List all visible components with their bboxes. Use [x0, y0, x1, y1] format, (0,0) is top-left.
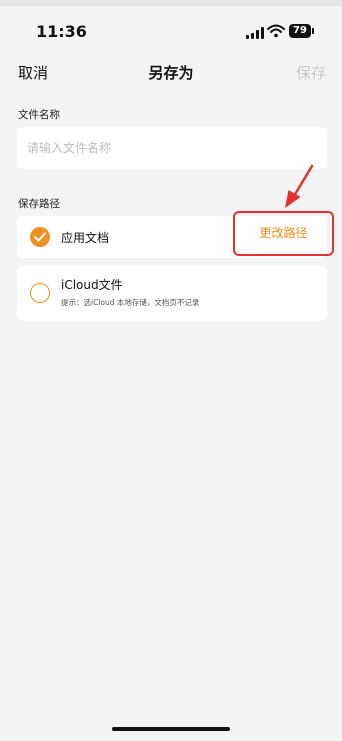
battery-icon: 79	[289, 24, 314, 38]
red-arrow-annotation	[285, 164, 314, 208]
option-label: iCloud文件	[61, 278, 123, 292]
navigation-bar: 取消 另存为 保存	[0, 56, 342, 88]
option-hint: 提示：选iCloud 本地存储，文档页不记录	[61, 298, 200, 307]
page-title: 另存为	[148, 64, 194, 82]
file-name-label: 文件名称	[18, 109, 60, 121]
change-path-label: 更改路径	[259, 226, 308, 240]
status-bar: 11:36 79	[0, 6, 342, 50]
wifi-icon	[267, 24, 285, 38]
option-label: 应用文档	[61, 231, 110, 245]
empty-radio-icon	[30, 283, 50, 303]
checkmark-icon	[30, 227, 50, 247]
change-path-button[interactable]: 更改路径	[233, 211, 334, 256]
signal-icon	[246, 26, 264, 39]
file-name-placeholder: 请输入文件名称	[27, 141, 112, 155]
status-time: 11:36	[36, 22, 87, 41]
option-icloud[interactable]: iCloud文件 提示：选iCloud 本地存储，文档页不记录	[17, 266, 327, 321]
home-indicator[interactable]	[112, 727, 230, 731]
save-as-screen: 11:36 79 取消 另存为 保存 文件名称 请输入文件名称 保存路径 应用文…	[0, 0, 342, 741]
save-button[interactable]: 保存	[296, 62, 326, 83]
save-path-label: 保存路径	[18, 198, 60, 210]
